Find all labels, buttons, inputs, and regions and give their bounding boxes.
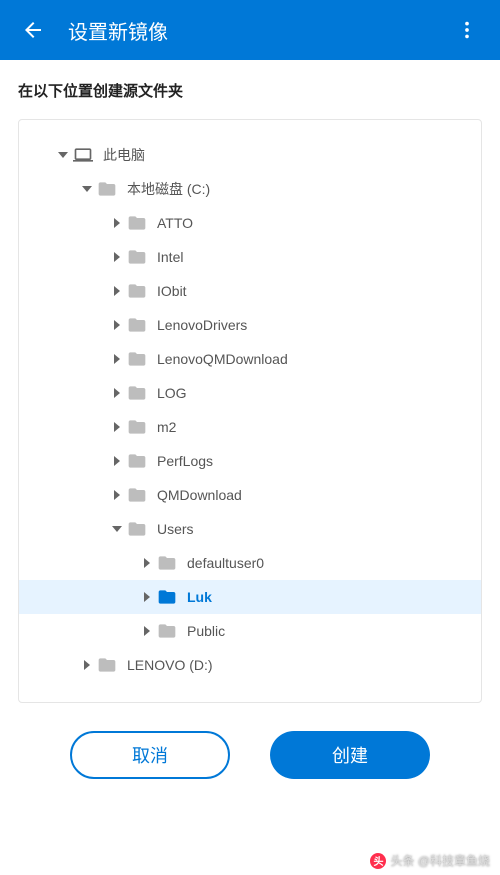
chevron-right-icon[interactable] [109, 456, 125, 466]
tree-row-label: PerfLogs [157, 453, 213, 469]
folder-icon [125, 451, 149, 471]
chevron-right-icon[interactable] [139, 626, 155, 636]
chevron-down-icon[interactable] [55, 150, 71, 160]
tree-row-label: 本地磁盘 (C:) [127, 179, 210, 199]
button-bar: 取消 创建 [18, 731, 482, 779]
tree-row-label: Luk [187, 589, 212, 605]
folder-icon [125, 519, 149, 539]
folder-icon [125, 213, 149, 233]
folder-icon [125, 247, 149, 267]
chevron-right-icon[interactable] [109, 388, 125, 398]
tree-row-label: LenovoDrivers [157, 317, 247, 333]
tree-row[interactable]: Users [19, 512, 481, 546]
chevron-right-icon[interactable] [109, 490, 125, 500]
tree-row[interactable]: LenovoQMDownload [19, 342, 481, 376]
tree-row-label: Public [187, 623, 225, 639]
folder-icon [125, 349, 149, 369]
tree-row[interactable]: defaultuser0 [19, 546, 481, 580]
more-vert-icon [456, 19, 478, 41]
tree-row[interactable]: QMDownload [19, 478, 481, 512]
tree-row-label: LENOVO (D:) [127, 657, 213, 673]
tree-row[interactable]: m2 [19, 410, 481, 444]
tree-row[interactable]: ATTO [19, 206, 481, 240]
folder-tree: 此电脑本地磁盘 (C:) ATTO Intel IObit LenovoDrivers L… [18, 119, 482, 703]
tree-row-label: Intel [157, 249, 183, 265]
tree-row[interactable]: PerfLogs [19, 444, 481, 478]
tree-row[interactable]: Public [19, 614, 481, 648]
folder-icon [155, 553, 179, 573]
tree-row-label: QMDownload [157, 487, 242, 503]
chevron-right-icon[interactable] [139, 592, 155, 602]
watermark-text: 头条 @科技章鱼烧 [390, 852, 490, 869]
chevron-right-icon[interactable] [139, 558, 155, 568]
folder-icon [125, 383, 149, 403]
cancel-button[interactable]: 取消 [70, 731, 230, 779]
tree-row[interactable]: LOG [19, 376, 481, 410]
subtitle: 在以下位置创建源文件夹 [18, 80, 482, 101]
tree-row-label: m2 [157, 419, 176, 435]
tree-row[interactable]: 此电脑 [19, 138, 481, 172]
header: 设置新镜像 [0, 0, 500, 60]
folder-icon [125, 281, 149, 301]
tree-row-label: Users [157, 521, 194, 537]
menu-button[interactable] [452, 15, 482, 45]
chevron-down-icon[interactable] [109, 524, 125, 534]
tree-row[interactable]: 本地磁盘 (C:) [19, 172, 481, 206]
chevron-down-icon[interactable] [79, 184, 95, 194]
tree-row[interactable]: LENOVO (D:) [19, 648, 481, 682]
chevron-right-icon[interactable] [109, 320, 125, 330]
header-title: 设置新镜像 [68, 16, 452, 45]
computer-icon [71, 145, 95, 165]
tree-row[interactable]: Luk [19, 580, 481, 614]
create-button[interactable]: 创建 [270, 731, 430, 779]
chevron-right-icon[interactable] [109, 252, 125, 262]
arrow-left-icon [21, 18, 45, 42]
folder-icon [155, 621, 179, 641]
chevron-right-icon[interactable] [109, 218, 125, 228]
watermark: 头 头条 @科技章鱼烧 [370, 852, 490, 869]
chevron-right-icon[interactable] [79, 660, 95, 670]
tree-row[interactable]: Intel [19, 240, 481, 274]
folder-icon [125, 315, 149, 335]
chevron-right-icon[interactable] [109, 354, 125, 364]
chevron-right-icon[interactable] [109, 286, 125, 296]
tree-row[interactable]: IObit [19, 274, 481, 308]
tree-row-label: 此电脑 [103, 145, 145, 165]
watermark-icon: 头 [370, 853, 386, 869]
tree-row[interactable]: LenovoDrivers [19, 308, 481, 342]
tree-row-label: ATTO [157, 215, 193, 231]
content: 在以下位置创建源文件夹 此电脑本地磁盘 (C:) ATTO Intel IObit Le… [0, 60, 500, 779]
folder-icon [95, 179, 119, 199]
folder-icon [155, 587, 179, 607]
back-button[interactable] [18, 15, 48, 45]
folder-icon [125, 417, 149, 437]
tree-row-label: LenovoQMDownload [157, 351, 288, 367]
chevron-right-icon[interactable] [109, 422, 125, 432]
tree-row-label: IObit [157, 283, 187, 299]
tree-row-label: defaultuser0 [187, 555, 264, 571]
folder-icon [95, 655, 119, 675]
folder-icon [125, 485, 149, 505]
tree-row-label: LOG [157, 385, 187, 401]
